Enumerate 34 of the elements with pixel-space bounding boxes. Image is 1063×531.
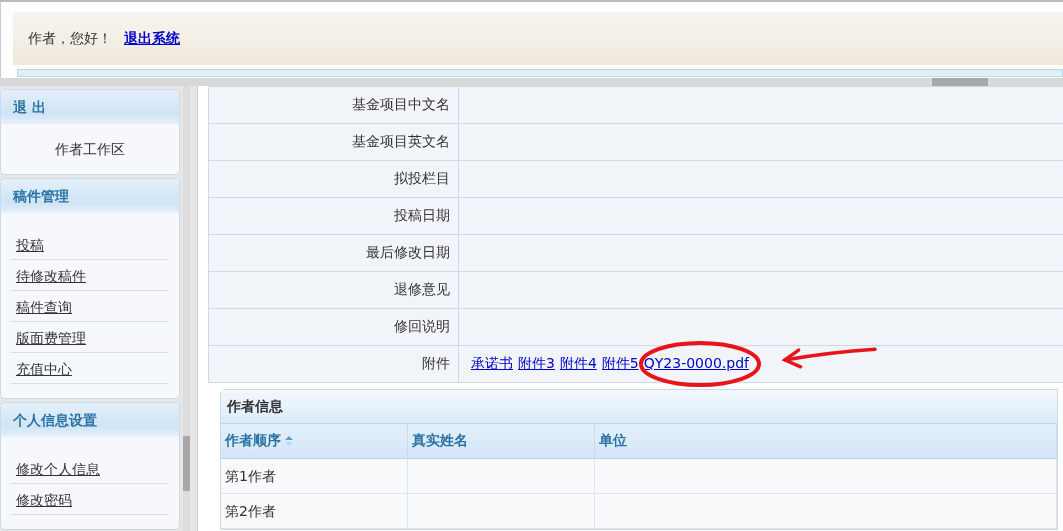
field-label: 附件: [208, 345, 459, 383]
field-label: 拟投栏目: [208, 160, 459, 198]
attachment-link[interactable]: 附件5: [601, 355, 639, 371]
field-label: 修回说明: [208, 308, 459, 346]
table-cell: 第2作者: [221, 494, 408, 529]
sidebar-link[interactable]: 版面费管理: [16, 330, 86, 348]
sidebar-link[interactable]: 修改个人信息: [16, 461, 100, 479]
field-label: 退修意见: [208, 271, 459, 309]
greeting-text: 作者，您好！: [28, 29, 112, 48]
panel-label[interactable]: 作者工作区: [1, 124, 179, 174]
sidebar-link[interactable]: 待修改稿件: [16, 268, 86, 286]
field-label: 最后修改日期: [208, 234, 459, 272]
attachment-link[interactable]: 附件4: [559, 355, 597, 371]
table-cell: 第1作者: [221, 459, 408, 494]
panel-title[interactable]: 稿件管理: [1, 179, 179, 213]
column-header[interactable]: 作者顺序: [221, 423, 408, 459]
field-label: 投稿日期: [208, 197, 459, 235]
field-label: 基金项目中文名: [208, 86, 459, 124]
column-header[interactable]: 真实姓名: [408, 423, 595, 459]
horizontal-scrollbar[interactable]: [0, 78, 1063, 86]
logout-link[interactable]: 退出系统: [124, 29, 180, 48]
column-header[interactable]: 单位: [595, 423, 1057, 459]
panel-title: 作者信息: [221, 390, 1057, 423]
panel-title[interactable]: 退 出: [1, 90, 179, 124]
sidebar-link[interactable]: 修改密码: [16, 492, 72, 510]
sort-icon[interactable]: [285, 435, 293, 447]
panel-title[interactable]: 个人信息设置: [1, 403, 179, 437]
attachment-link[interactable]: 附件3: [518, 355, 555, 371]
attachment-link[interactable]: 承诺书: [471, 355, 513, 371]
sidebar-link[interactable]: 充值中心: [16, 361, 72, 379]
field-label: 基金项目英文名: [208, 123, 459, 161]
sidebar-link[interactable]: 投稿: [16, 237, 44, 255]
vertical-scrollbar[interactable]: [183, 86, 190, 531]
sidebar-link[interactable]: 稿件查询: [16, 299, 72, 317]
